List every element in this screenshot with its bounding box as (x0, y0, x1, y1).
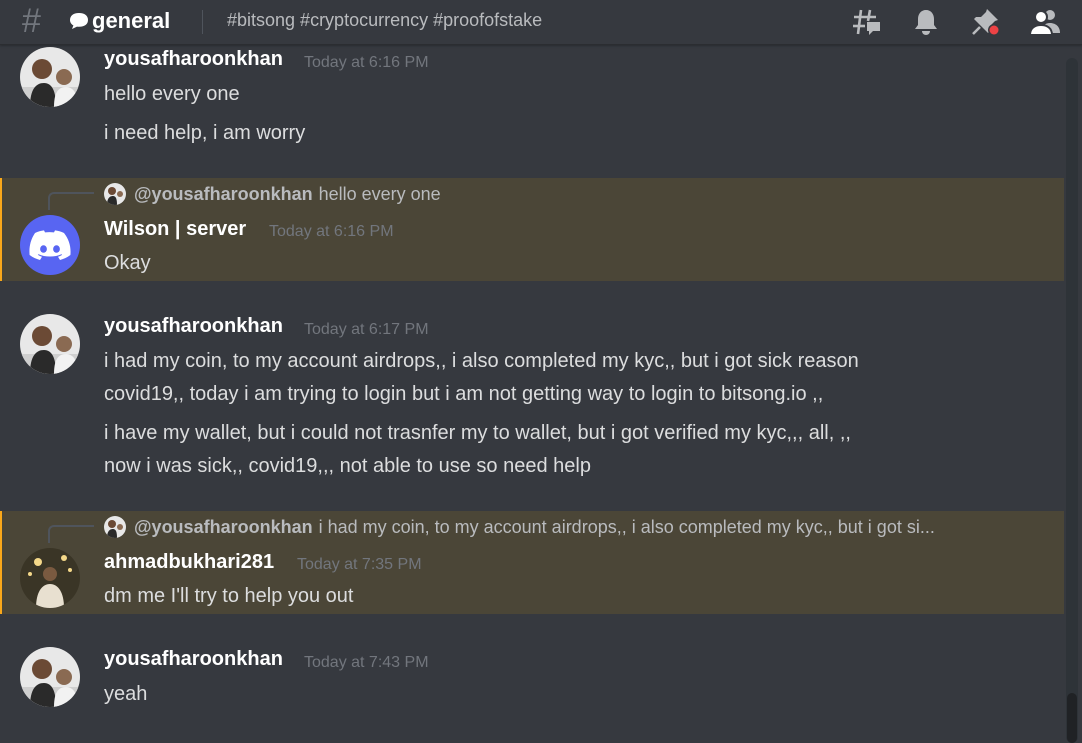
reply-avatar (104, 516, 126, 538)
message-timestamp: Today at 6:16 PM (269, 223, 394, 240)
avatar[interactable] (20, 647, 80, 707)
message-username[interactable]: yousafharoonkhan (104, 48, 283, 71)
message-text: now i was sick,, covid19,,, not able to … (104, 455, 591, 477)
avatar[interactable] (20, 215, 80, 275)
message-username[interactable]: Wilson | server (104, 218, 246, 241)
channel-title: general (68, 6, 170, 36)
channel-topic[interactable]: #bitsong #cryptocurrency #proofofstake (227, 10, 542, 31)
message-text: dm me I'll try to help you out (104, 585, 354, 607)
discord-logo-icon (29, 230, 71, 260)
message-username[interactable]: yousafharoonkhan (104, 315, 283, 338)
avatar[interactable] (20, 314, 80, 374)
pin-notification-badge (989, 25, 999, 35)
message-text: i had my coin, to my account airdrops,, … (104, 350, 859, 372)
message-username[interactable]: ahmadbukhari281 (104, 551, 274, 574)
scrollbar-thumb[interactable] (1067, 693, 1077, 743)
reply-username[interactable]: @yousafharoonkhan (134, 184, 313, 205)
reply-avatar (104, 183, 126, 205)
reply-preview[interactable]: @yousafharoonkhan hello every one (104, 182, 441, 206)
reply-preview[interactable]: @yousafharoonkhan i had my coin, to my a… (104, 515, 935, 539)
avatar[interactable] (20, 47, 80, 107)
speech-bubble-icon (68, 11, 90, 31)
header-divider (202, 10, 203, 34)
channel-header: # general #bitsong #cryptocurrency #proo… (0, 0, 1082, 45)
message-timestamp: Today at 7:35 PM (297, 556, 422, 573)
reply-text: i had my coin, to my account airdrops,, … (318, 516, 935, 537)
message-text: i need help, i am worry (104, 122, 306, 144)
reply-text: hello every one (318, 183, 441, 204)
message-timestamp: Today at 7:43 PM (304, 654, 429, 671)
message-timestamp: Today at 6:16 PM (304, 54, 429, 71)
scrollbar-track[interactable] (1066, 58, 1078, 743)
message-text: covid19,, today i am trying to login but… (104, 383, 824, 405)
channel-name: general (92, 8, 171, 33)
reply-spine (48, 525, 94, 543)
message-list: yousafharoonkhan Today at 6:16 PM hello … (0, 45, 1064, 743)
members-icon[interactable] (1029, 6, 1061, 38)
reply-username[interactable]: @yousafharoonkhan (134, 517, 313, 538)
message-timestamp: Today at 6:17 PM (304, 321, 429, 338)
pin-icon[interactable] (969, 6, 1001, 38)
message-text: hello every one (104, 83, 240, 105)
bell-icon[interactable] (910, 6, 942, 38)
message-text: i have my wallet, but i could not trasnf… (104, 422, 851, 444)
message-text: yeah (104, 683, 148, 705)
message-text: Okay (104, 252, 151, 274)
reply-spine (48, 192, 94, 210)
threads-icon[interactable] (851, 6, 883, 38)
channel-hash-icon: # (22, 2, 41, 40)
avatar[interactable] (20, 548, 80, 608)
message-username[interactable]: yousafharoonkhan (104, 648, 283, 671)
